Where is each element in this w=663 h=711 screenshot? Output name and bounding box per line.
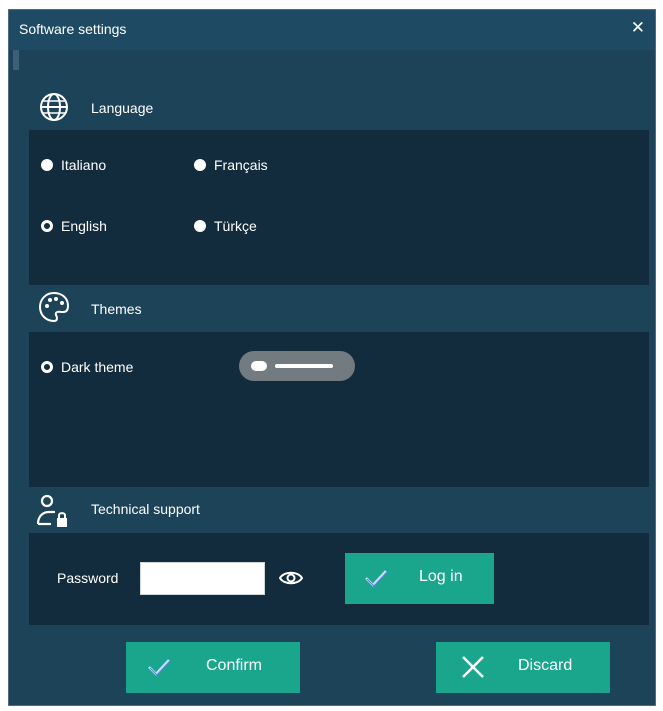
confirm-button[interactable]: Confirm <box>126 642 300 693</box>
radio-italiano[interactable]: Italiano <box>41 157 106 173</box>
palette-icon <box>38 291 70 323</box>
dark-theme-toggle[interactable] <box>239 351 355 381</box>
language-heading: Language <box>91 100 154 116</box>
radio-dot-selected <box>41 361 53 373</box>
eye-icon[interactable] <box>279 570 303 586</box>
radio-dot <box>194 159 206 171</box>
checkmark-icon <box>365 570 388 587</box>
language-panel: Italiano Français English Türkçe <box>29 130 649 285</box>
discard-button[interactable]: Discard <box>436 642 610 693</box>
user-lock-icon <box>36 494 67 527</box>
login-label: Log in <box>419 568 463 585</box>
radio-english[interactable]: English <box>41 218 107 234</box>
globe-icon <box>40 93 68 121</box>
toggle-knob <box>251 361 267 371</box>
radio-dot-selected <box>41 220 53 232</box>
close-icon[interactable]: ✕ <box>631 18 645 38</box>
radio-label: Français <box>214 157 268 173</box>
themes-header: Themes <box>29 285 649 329</box>
password-field[interactable] <box>140 562 265 595</box>
radio-dark-theme[interactable]: Dark theme <box>41 359 133 375</box>
radio-dot <box>194 220 206 232</box>
discard-label: Discard <box>518 657 573 674</box>
radio-label: Italiano <box>61 157 107 173</box>
window-title: Software settings <box>19 21 127 37</box>
support-panel: Password Log in <box>29 533 649 625</box>
radio-francais[interactable]: Français <box>194 157 268 173</box>
title-bar: Software settings ✕ <box>9 10 655 50</box>
radio-turkce[interactable]: Türkçe <box>194 218 257 234</box>
language-header: Language <box>29 86 649 130</box>
support-heading: Technical support <box>91 501 200 517</box>
checkmark-icon <box>148 659 171 676</box>
support-header: Technical support <box>29 487 649 531</box>
themes-panel: Dark theme <box>29 332 649 487</box>
toggle-track <box>275 364 333 368</box>
login-button[interactable]: Log in <box>345 553 494 604</box>
close-icon <box>462 656 484 678</box>
password-label: Password <box>57 570 119 586</box>
settings-window: Software settings ✕ Language Italiano Fr… <box>8 9 656 706</box>
radio-dot <box>41 159 53 171</box>
scroll-indicator <box>13 50 19 70</box>
radio-label: English <box>61 218 107 234</box>
themes-heading: Themes <box>91 301 142 317</box>
radio-label: Türkçe <box>214 218 257 234</box>
radio-label: Dark theme <box>61 359 134 375</box>
confirm-label: Confirm <box>206 657 263 674</box>
